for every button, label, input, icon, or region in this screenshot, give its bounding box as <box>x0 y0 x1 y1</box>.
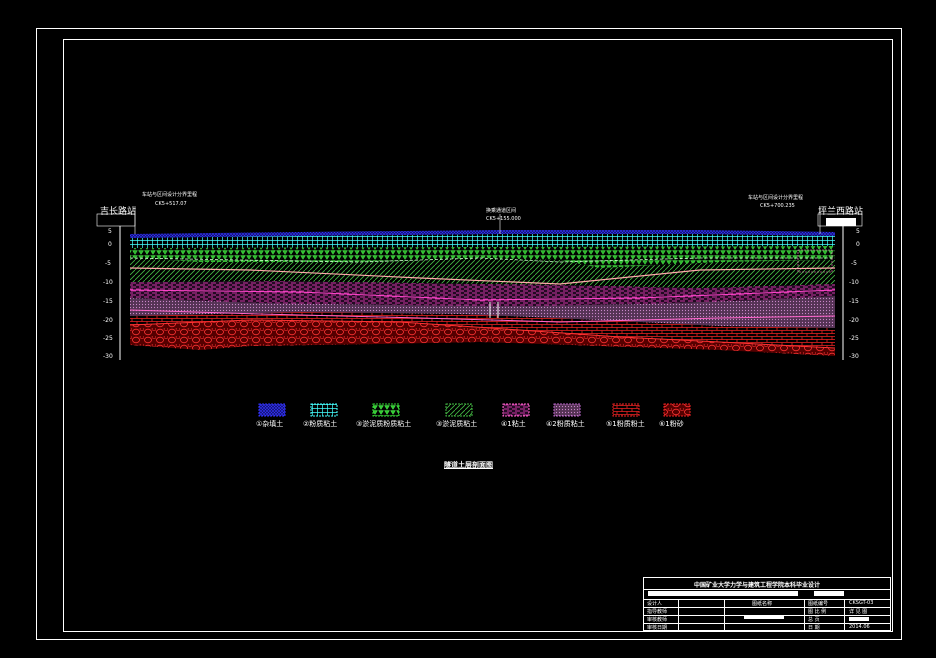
note-left-1: 车站与区间设计分界里程 <box>142 192 198 198</box>
tb-date-value: 2014.06 <box>849 624 870 630</box>
tb-drawing-name: 图纸名称 <box>752 601 773 607</box>
depth-tick: -5 <box>105 260 111 267</box>
drawing-caption: 隧道土层剖面图 <box>444 461 493 469</box>
note-right-2: CK5+700.235 <box>760 203 795 209</box>
legend-label: ③淤泥质粘土 <box>436 420 478 428</box>
geological-profile <box>96 206 863 417</box>
tb-reviewer-label: 审核教师 <box>647 617 668 623</box>
station-label-left: 吉长路站 <box>100 207 137 217</box>
legend-label: ②粉质粘土 <box>303 420 338 428</box>
tb-scale-label: 图 比 例 <box>808 609 827 615</box>
legend-label: ⑥1粉砂 <box>659 420 684 428</box>
depth-tick: -25 <box>103 335 113 342</box>
depth-tick: 5 <box>108 228 112 235</box>
legend-label: ①杂填土 <box>256 420 284 428</box>
legend-swatches <box>258 403 691 417</box>
tb-scale-value: 详 见 图 <box>849 609 868 615</box>
depth-tick: -20 <box>103 317 113 324</box>
depth-tick: -25 <box>849 335 859 342</box>
station-label-right: 坪兰西路站 <box>818 207 864 217</box>
note-center-2: CK5+155.000 <box>486 216 521 222</box>
tb-drawing-no-label: 图纸编号 <box>808 601 829 607</box>
depth-tick: -30 <box>849 353 859 360</box>
depth-tick: -10 <box>849 279 859 286</box>
legend-label: ④2粉质粘土 <box>546 420 585 428</box>
depth-tick: 5 <box>856 228 860 235</box>
legend-label: ④1粘土 <box>501 420 526 428</box>
tb-drawing-no-value: CKSGT-03 <box>849 600 874 606</box>
station-box-right-inner <box>826 218 856 226</box>
note-right-1: 车站与区间设计分界里程 <box>748 195 804 201</box>
title-block-title: 中国矿业大学力学与建筑工程学院本科毕业设计 <box>694 582 821 589</box>
tb-date-value-label: 日 期 <box>808 625 820 631</box>
tb-date-label: 审核日期 <box>647 625 668 631</box>
tb-designer-label: 设计人 <box>647 601 663 607</box>
depth-tick: -10 <box>103 279 113 286</box>
depth-tick: -15 <box>103 298 113 305</box>
legend-label: ③淤泥质粉质粘土 <box>356 420 412 428</box>
depth-tick: -15 <box>849 298 859 305</box>
note-center-1: 换乘通道区间 <box>486 208 517 214</box>
title-block: 中国矿业大学力学与建筑工程学院本科毕业设计 设计人 指导教师 审核教师 审核日期… <box>643 577 891 631</box>
depth-tick: -5 <box>851 260 857 267</box>
depth-tick: -30 <box>103 353 113 360</box>
tb-advisor-label: 指导教师 <box>647 609 668 615</box>
depth-tick: 0 <box>108 241 112 248</box>
depth-tick: -20 <box>849 317 859 324</box>
legend-label: ⑤1粉质粉土 <box>606 420 645 428</box>
tb-pages-label: 总 页 <box>808 617 820 623</box>
depth-tick: 0 <box>856 241 860 248</box>
note-left-2: CK5+517.07 <box>155 201 187 207</box>
